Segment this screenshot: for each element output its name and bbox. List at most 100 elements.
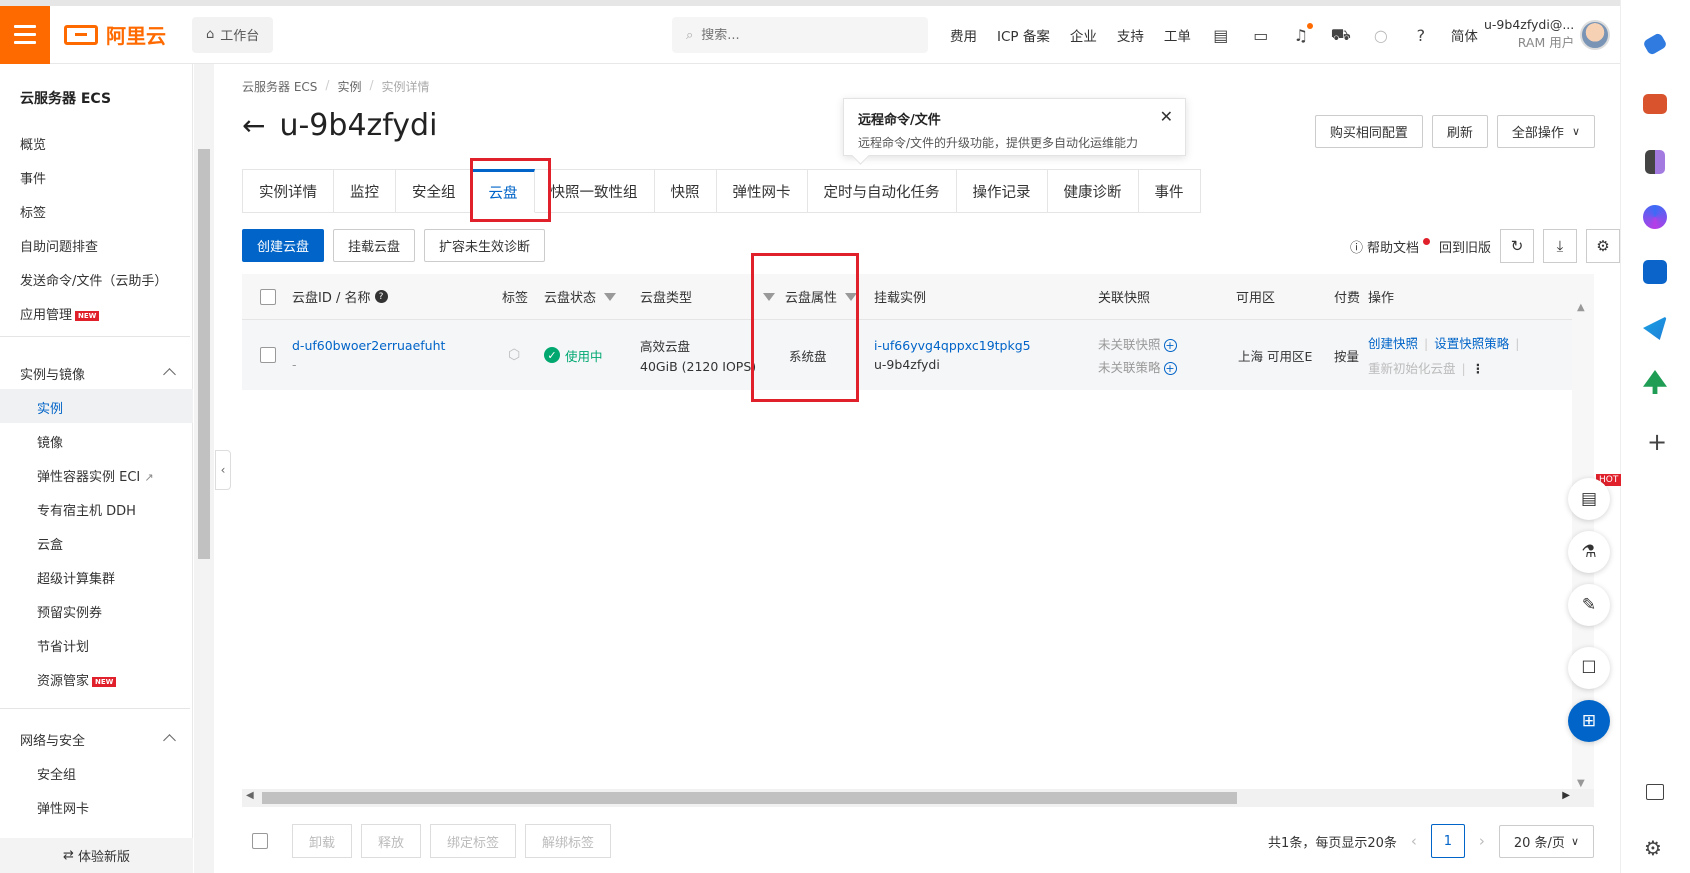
top-link-billing[interactable]: 费用 (950, 25, 977, 45)
sidebar-section-network-security[interactable]: 网络与安全 (20, 730, 85, 749)
hamburger-menu-button[interactable] (0, 5, 50, 64)
page-size-select[interactable]: 20 条/页 ∨ (1498, 824, 1594, 858)
briefcase-icon[interactable] (1643, 94, 1667, 114)
tag-icon[interactable] (1642, 32, 1668, 56)
filter-icon[interactable] (763, 292, 775, 301)
scroll-up-arrow[interactable]: ▲ (1577, 302, 1585, 313)
workbench-button[interactable]: ⌂ 工作台 (192, 16, 274, 53)
attach-disk-button[interactable]: 挂载云盘 (333, 229, 416, 262)
footer-select-all-checkbox[interactable] (252, 833, 268, 849)
refresh-button[interactable]: 刷新 (1431, 115, 1488, 148)
detach-button[interactable]: 卸载 (292, 824, 353, 858)
sidebar-section-instances-images[interactable]: 实例与镜像 (20, 364, 85, 383)
search-input[interactable] (701, 27, 902, 43)
add-circle-icon[interactable]: + (1163, 362, 1177, 375)
unbind-tags-button[interactable]: 解绑标签 (525, 824, 612, 858)
settings-icon[interactable]: ⚙ (1586, 229, 1620, 263)
more-actions-icon[interactable]: ⋮ (1472, 361, 1485, 376)
sidebar-toggle-icon[interactable] (1646, 784, 1664, 800)
back-arrow-icon[interactable]: ← (242, 109, 265, 142)
top-link-support[interactable]: 支持 (1117, 25, 1144, 45)
sidebar-item-app-management[interactable]: 应用管理 NEW (20, 304, 100, 323)
tree-icon[interactable] (1643, 370, 1667, 394)
cart-icon[interactable]: ⛟ (1331, 25, 1351, 45)
close-icon[interactable]: ✕ (1160, 107, 1173, 126)
settings-icon[interactable]: ⚙ (1644, 836, 1662, 860)
help-docs-link[interactable]: ⓘ 帮助文档 (1350, 237, 1430, 256)
resize-diagnose-button[interactable]: 扩容未生效诊断 (424, 229, 546, 262)
sidebar-item-savings-plan[interactable]: 节省计划 (37, 636, 89, 655)
current-page[interactable]: 1 (1430, 824, 1465, 858)
buy-same-config-button[interactable]: 购买相同配置 (1314, 115, 1423, 148)
next-page-icon[interactable]: › (1479, 832, 1485, 850)
scroll-down-arrow[interactable]: ▼ (1577, 778, 1585, 789)
sidebar-item-cloud-box[interactable]: 云盒 (37, 534, 63, 553)
top-link-ticket[interactable]: 工单 (1164, 25, 1191, 45)
scrollbar-thumb[interactable] (262, 792, 1237, 804)
sidebar-item-eci[interactable]: 弹性容器实例 ECI ↗ (37, 466, 154, 485)
chat-icon[interactable]: ☐ (1568, 647, 1610, 689)
reinit-disk-link[interactable]: 重新初始化云盘 (1368, 361, 1456, 376)
avatar[interactable] (1580, 20, 1610, 50)
tab-monitoring[interactable]: 监控 (334, 169, 396, 213)
tab-disks[interactable]: 云盘 (472, 169, 535, 213)
create-snapshot-link[interactable]: 创建快照 (1368, 336, 1418, 351)
prev-page-icon[interactable]: ‹ (1411, 832, 1417, 850)
tab-snapshots[interactable]: 快照 (654, 169, 717, 213)
apps-icon[interactable]: ⊞ (1568, 700, 1610, 742)
tab-events[interactable]: 事件 (1138, 169, 1201, 213)
chevron-up-icon[interactable] (163, 368, 176, 381)
add-circle-icon[interactable]: + (1163, 339, 1177, 352)
sidebar-item-reserved-instances[interactable]: 预留实例券 (37, 602, 102, 621)
lightbulb-icon[interactable]: ○ (1371, 25, 1391, 45)
sidebar-item-ddh[interactable]: 专有宿主机 DDH (37, 500, 136, 519)
policy-status[interactable]: 未关联策略 + (1098, 357, 1177, 376)
chevron-up-icon[interactable] (163, 734, 176, 747)
bell-icon[interactable]: ♫ (1291, 23, 1313, 45)
refresh-icon[interactable]: ↻ (1500, 229, 1534, 263)
row-checkbox[interactable] (260, 347, 276, 363)
info-icon[interactable]: ? (374, 290, 388, 303)
disk-id-link[interactable]: d-uf60bwoer2erruaefuht (292, 338, 445, 353)
top-link-icp[interactable]: ICP 备案 (997, 25, 1050, 45)
try-new-version-button[interactable]: ⇄ 体验新版 (0, 838, 193, 873)
tab-eni[interactable]: 弹性网卡 (716, 169, 808, 213)
tab-operation-logs[interactable]: 操作记录 (956, 169, 1048, 213)
sidebar-item-self-troubleshoot[interactable]: 自助问题排查 (20, 236, 98, 255)
scroll-right-arrow[interactable]: ▶ (1562, 790, 1570, 801)
instance-id-link[interactable]: i-uf66yvg4qppxc19tpkg5 (874, 338, 1031, 353)
filter-icon[interactable] (604, 292, 617, 301)
flask-icon[interactable]: ⚗ (1568, 531, 1610, 573)
back-to-old-version-link[interactable]: 回到旧版 (1439, 237, 1491, 256)
sidebar-item-tags[interactable]: 标签 (20, 202, 46, 221)
aliyun-logo[interactable]: 阿里云 (64, 20, 166, 49)
create-disk-button[interactable]: 创建云盘 (242, 229, 325, 262)
download-icon[interactable]: ⤓ (1543, 229, 1577, 263)
release-button[interactable]: 释放 (361, 824, 422, 858)
tag-icon[interactable]: ⬡ (508, 347, 520, 363)
add-icon[interactable]: + (1647, 428, 1667, 456)
filter-icon[interactable] (845, 292, 858, 301)
sidebar-item-resource-manager[interactable]: 资源管家 NEW (37, 670, 117, 689)
outlook-icon[interactable] (1643, 260, 1667, 284)
edit-icon[interactable]: ✎ (1568, 584, 1610, 626)
sidebar-item-scc[interactable]: 超级计算集群 (37, 568, 115, 587)
bind-tags-button[interactable]: 绑定标签 (430, 824, 517, 858)
sidebar-scrollbar[interactable] (194, 64, 214, 873)
set-snapshot-policy-link[interactable]: 设置快照策略 (1434, 336, 1509, 351)
sidebar-item-eni[interactable]: 弹性网卡 (37, 798, 89, 817)
global-search[interactable]: ⌕ (672, 17, 928, 53)
select-all-checkbox[interactable] (260, 288, 276, 305)
help-icon[interactable]: ? (1411, 25, 1431, 45)
clipboard-icon[interactable]: ▤ (1568, 478, 1610, 520)
tab-health-diagnosis[interactable]: 健康诊断 (1047, 169, 1139, 213)
tab-security-groups[interactable]: 安全组 (396, 169, 473, 213)
sidebar-item-send-command[interactable]: 发送命令/文件（云助手） (20, 270, 167, 289)
user-info[interactable]: u-9b4zfydi@... RAM 用户 (1484, 16, 1574, 52)
sidebar-item-security-groups[interactable]: 安全组 (37, 764, 76, 783)
tab-scheduled-tasks[interactable]: 定时与自动化任务 (807, 169, 957, 213)
terminal-icon[interactable]: ▭ (1251, 25, 1271, 45)
language-switch[interactable]: 简体 (1451, 25, 1478, 45)
sidebar-item-instances[interactable]: 实例 (37, 398, 63, 417)
tab-instance-details[interactable]: 实例详情 (242, 169, 334, 213)
